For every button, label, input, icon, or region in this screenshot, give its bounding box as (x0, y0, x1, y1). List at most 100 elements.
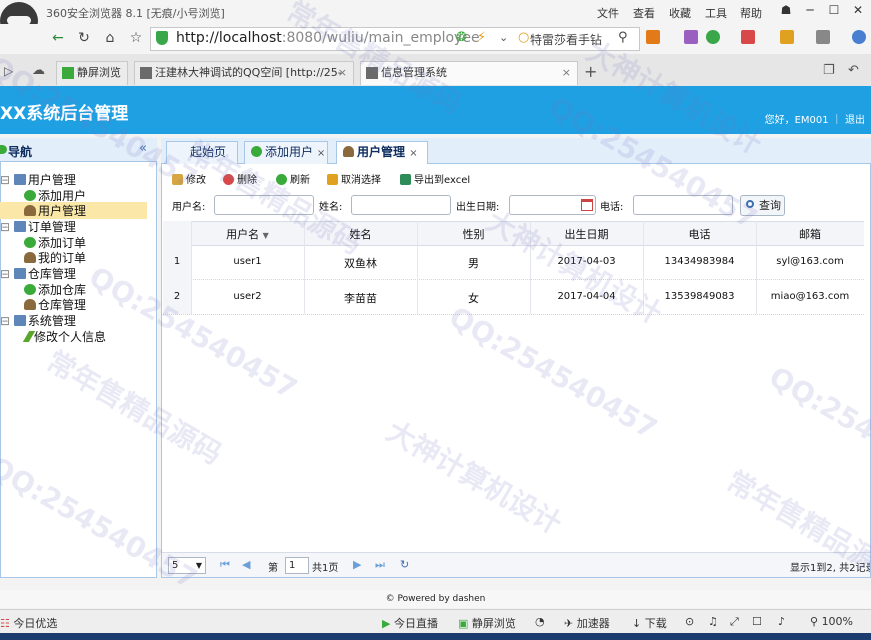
nav-item-my-order[interactable]: 我的订单 (24, 249, 86, 266)
translate-icon[interactable] (852, 30, 866, 44)
col-gender[interactable]: 性别 (417, 226, 530, 242)
nav-group-order[interactable]: ⊟ 订单管理 (0, 218, 76, 235)
window-icon[interactable]: ☐ (752, 615, 762, 628)
next-page-icon[interactable]: ▶ (353, 558, 361, 571)
minimize-icon[interactable]: ─ (800, 3, 820, 19)
menu-favorites[interactable]: 收藏 (669, 5, 691, 21)
search-input[interactable]: 特雷莎看手钻 (530, 31, 602, 48)
favorite-star-icon[interactable]: ☆ (126, 30, 146, 48)
refresh-icon[interactable]: ↻ (400, 558, 409, 571)
search-engine-icon[interactable]: ○ (518, 30, 529, 45)
delete-button[interactable]: 删除 (223, 171, 257, 186)
close-tab-icon[interactable]: × (338, 62, 347, 84)
close-tab-icon[interactable]: × (562, 62, 571, 84)
nav-item-user-manage[interactable]: 用户管理 (0, 202, 147, 219)
screenshot-icon[interactable] (816, 30, 830, 44)
menu-help[interactable]: 帮助 (740, 5, 762, 21)
search-icon (746, 200, 754, 208)
tab-user-manage[interactable]: 用户管理 × (336, 141, 428, 164)
nav-item-label: 用户管理 (38, 204, 87, 218)
row-number: 1 (173, 256, 181, 267)
chevron-down-icon[interactable]: ⌄ (499, 31, 508, 44)
adblock-icon[interactable] (741, 30, 755, 44)
tab-add-user[interactable]: 添加用户 × (244, 141, 328, 164)
menu-file[interactable]: 文件 (597, 5, 619, 21)
extension-icon[interactable]: ❂ (456, 30, 467, 45)
col-birth[interactable]: 出生日期 (530, 226, 643, 242)
apps-icon[interactable] (646, 30, 660, 44)
sidebar-toggle-icon[interactable]: ▷ (4, 64, 13, 78)
new-tab-button[interactable]: + (584, 62, 597, 81)
first-page-icon[interactable]: ⏮ (220, 558, 230, 572)
volume-icon[interactable]: ♪ (778, 615, 785, 628)
status-zoom[interactable]: ⚲ 100% (810, 615, 853, 628)
tab-qzone[interactable]: 汪建林大神调试的QQ空间 [http://25- × (134, 61, 354, 85)
tab-info-system[interactable]: 信息管理系统 × (360, 61, 578, 85)
tab-quiet-browse[interactable]: 静屏浏览 (56, 61, 128, 85)
excel-icon (400, 174, 411, 185)
nav-group-label: 系统管理 (27, 314, 76, 328)
game-icon[interactable] (780, 30, 794, 44)
nav-group-user[interactable]: ⊟ 用户管理 (0, 171, 76, 188)
calendar-icon[interactable] (581, 199, 593, 211)
tab-label: 汪建林大神调试的QQ空间 [http://25- (155, 66, 342, 79)
home-icon[interactable]: ⌂ (100, 30, 120, 48)
col-username[interactable]: 用户名 ▼ (191, 226, 304, 242)
tab-home[interactable]: 起始页 (166, 141, 238, 164)
status-accelerator[interactable]: ✈ 加速器 (564, 615, 610, 631)
cloud-icon[interactable]: ☁ (32, 63, 45, 78)
last-page-icon[interactable]: ⏭ (375, 558, 385, 572)
page-number-input[interactable]: 1 (285, 557, 309, 574)
refresh-button[interactable]: 刷新 (276, 171, 310, 186)
close-tab-icon[interactable]: × (317, 148, 325, 159)
status-quiet-browse[interactable]: ▣ 静屏浏览 (458, 615, 516, 631)
nav-item-warehouse-manage[interactable]: 仓库管理 (24, 296, 86, 313)
prev-page-icon[interactable]: ◀ (242, 558, 250, 571)
menu-view[interactable]: 查看 (633, 5, 655, 21)
add-icon (24, 237, 36, 248)
close-tab-icon[interactable]: × (409, 148, 417, 159)
nav-title: 导航 (8, 145, 33, 159)
user-greeting[interactable]: 您好，EM001 ｜ 退出 (765, 111, 865, 126)
status-download[interactable]: ↓ 下载 (632, 615, 667, 631)
url-text[interactable]: http://localhost:8080/wuliu/main_employe… (176, 30, 480, 46)
cast-icon[interactable]: ⊙ (685, 615, 694, 628)
wallet-icon[interactable] (684, 30, 698, 44)
maximize-icon[interactable]: ☐ (824, 3, 844, 19)
phone-input[interactable] (633, 195, 733, 215)
computer-icon (13, 221, 26, 232)
guard-icon[interactable] (706, 30, 720, 44)
collapse-icon[interactable]: « (139, 141, 147, 156)
name-input[interactable] (351, 195, 451, 215)
username-input[interactable] (214, 195, 314, 215)
edit-button[interactable]: 修改 (172, 171, 206, 186)
menu-tools[interactable]: 工具 (705, 5, 727, 21)
restore-tabs-icon[interactable]: ❐ (823, 63, 835, 78)
search-icon[interactable]: ⚲ (618, 30, 628, 45)
status-picks[interactable]: ☷ 今日优选 (0, 615, 57, 631)
col-name[interactable]: 姓名 (304, 226, 417, 242)
reload-icon[interactable]: ↻ (74, 30, 94, 48)
skin-icon[interactable]: ☗ (776, 3, 796, 19)
nav-item-edit-profile[interactable]: 修改个人信息 (22, 328, 106, 345)
nav-group-system[interactable]: ⊟ 系统管理 (0, 312, 76, 329)
add-icon (24, 190, 36, 201)
speed-icon[interactable]: ◔ (535, 615, 545, 628)
status-picks-label: 今日优选 (13, 617, 58, 630)
export-excel-button[interactable]: 导出到excel (400, 171, 470, 186)
page-size-select[interactable]: 5 ▼ (168, 557, 206, 574)
col-phone[interactable]: 电话 (643, 226, 756, 242)
lightning-icon[interactable]: ⚡ (477, 30, 486, 45)
unselect-button[interactable]: 取消选择 (327, 171, 381, 186)
undo-close-icon[interactable]: ↶ (848, 63, 859, 78)
query-button[interactable]: 查询 (740, 195, 785, 216)
status-live[interactable]: ▶ 今日直播 (382, 615, 438, 631)
headphones-icon[interactable]: ♫ (708, 615, 718, 628)
cell-username: user2 (233, 291, 262, 302)
fullscreen-icon[interactable]: ⤢ (730, 615, 739, 629)
back-icon[interactable]: ← (48, 30, 68, 48)
close-window-icon[interactable]: ✕ (848, 3, 868, 19)
col-email[interactable]: 邮箱 (756, 226, 864, 242)
cell-name: 李苗苗 (344, 292, 377, 305)
nav-group-warehouse[interactable]: ⊟ 仓库管理 (0, 265, 76, 282)
